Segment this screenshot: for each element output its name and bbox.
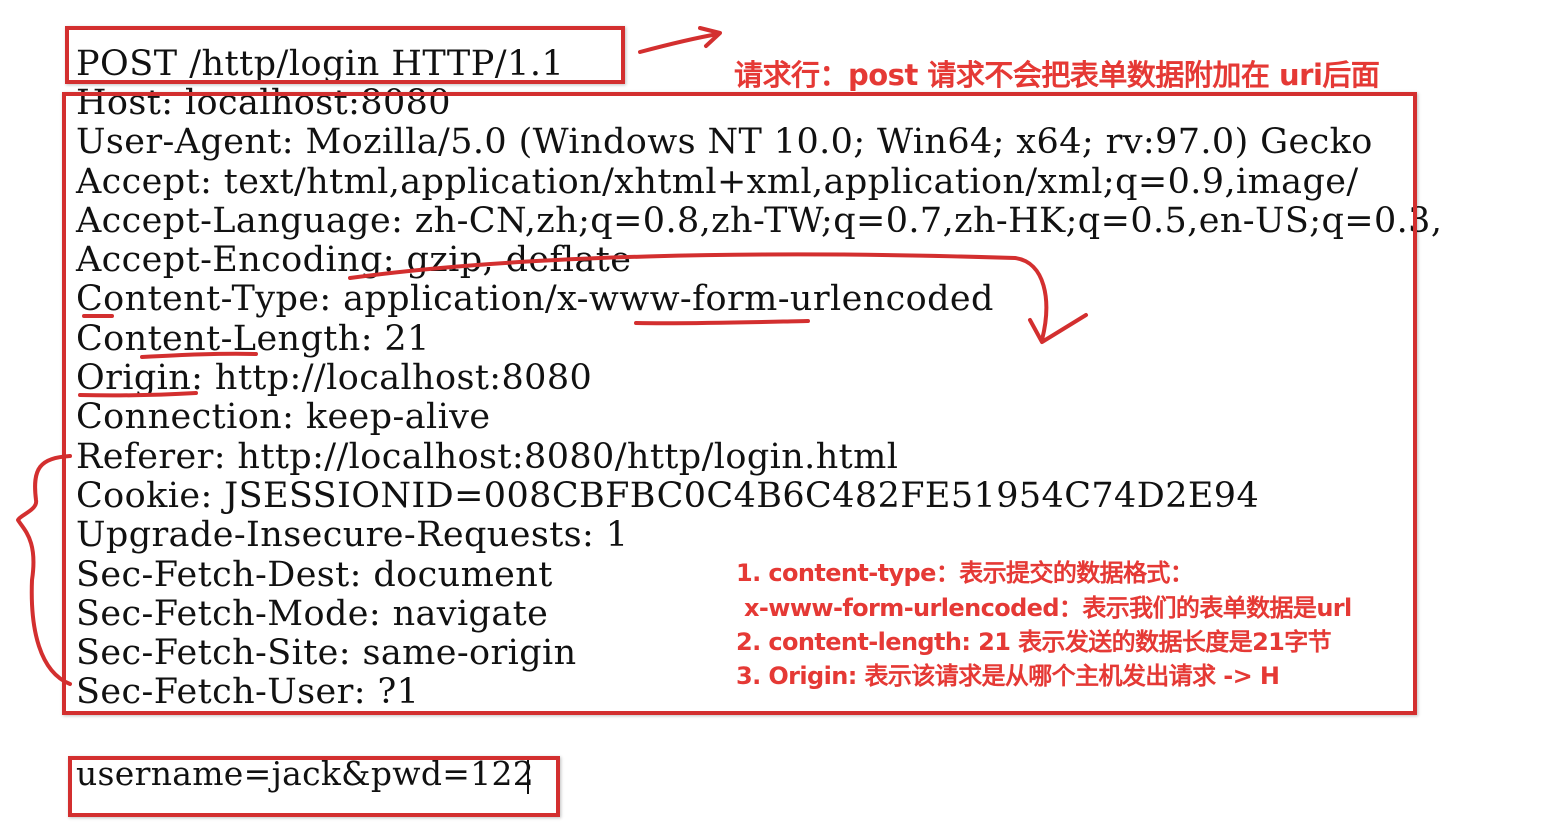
request-line-highlight-box [65,26,625,84]
request-line-arrow [638,32,720,54]
content-length-annotation: 2. content-length: 21 表示发送的数据长度是21字节 [735,628,1332,657]
content-type-annotation: 1. content-type：表示提交的数据格式： [735,559,1194,588]
form-urlencoded-annotation: x-www-form-urlencoded：表示我们的表单数据是url [744,594,1353,623]
origin-annotation: 3. Origin: 表示该请求是从哪个主机发出请求 -> H [735,662,1280,691]
request-line-annotation: 请求行：post 请求不会把表单数据附加在 uri后面 [733,58,1380,93]
body-highlight-box [68,756,560,817]
request-line-arrow-head [698,26,722,48]
